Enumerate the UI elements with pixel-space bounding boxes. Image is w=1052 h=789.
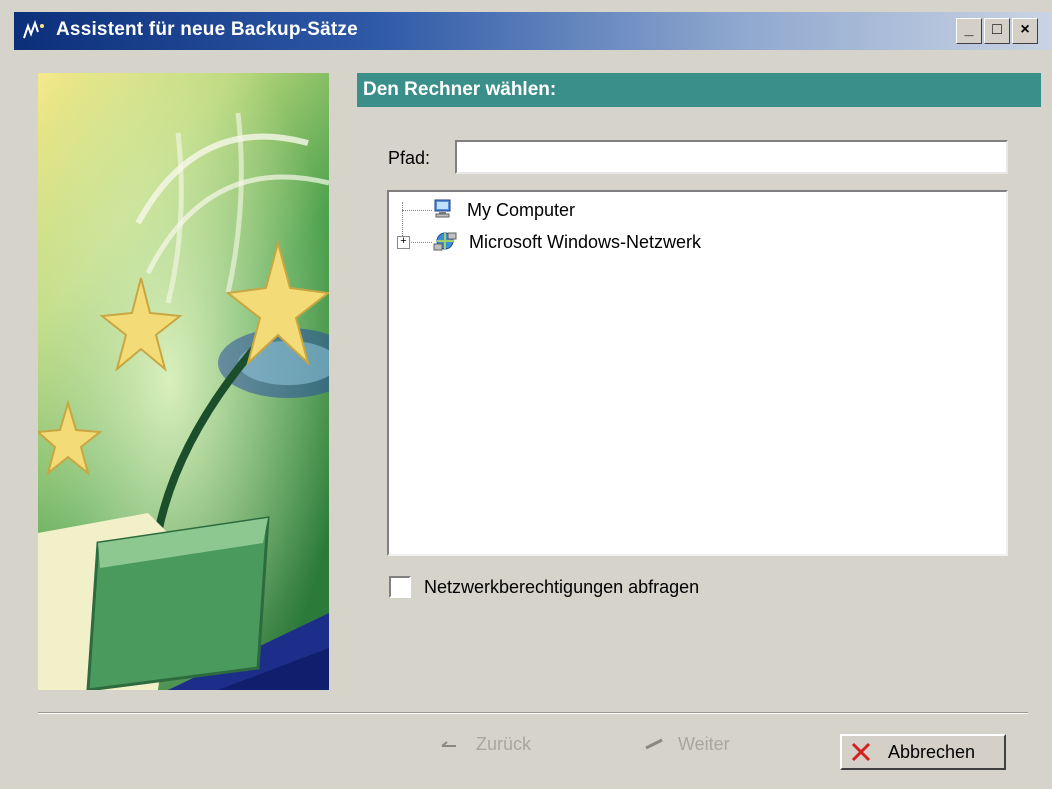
next-button-label: Weiter: [678, 734, 730, 754]
back-button-label: Zurück: [476, 734, 532, 754]
maximize-button[interactable]: □: [984, 18, 1010, 44]
back-button[interactable]: Zurück: [440, 734, 531, 755]
expand-button[interactable]: +: [397, 236, 410, 249]
wizard-banner-image: [38, 73, 329, 690]
back-arrow-icon: [441, 741, 456, 747]
cancel-x-icon: [851, 742, 871, 762]
page-header: Den Rechner wählen:: [357, 73, 1041, 107]
tree-item-label: Microsoft Windows-Netzwerk: [469, 232, 702, 252]
next-button[interactable]: Weiter: [642, 734, 730, 755]
tree-connector: [402, 210, 432, 211]
cancel-button-label: Abbrechen: [888, 742, 976, 762]
computer-tree[interactable]: + My Computer Microsoft Windows-Netzwerk: [387, 190, 1008, 556]
minimize-button[interactable]: _: [956, 18, 982, 44]
network-permissions-label[interactable]: Netzwerkberechtigungen abfragen: [424, 577, 699, 598]
path-input[interactable]: [455, 140, 1008, 174]
window-title: Assistent für neue Backup-Sätze: [56, 19, 358, 40]
close-button[interactable]: ×: [1012, 18, 1038, 44]
cancel-button[interactable]: Abbrechen: [840, 734, 1006, 770]
tree-item-windows-network[interactable]: Microsoft Windows-Netzwerk: [433, 230, 701, 253]
wizard-window: Assistent für neue Backup-Sätze _ □ × De…: [0, 0, 1052, 789]
path-label: Pfad:: [388, 148, 431, 168]
network-permissions-checkbox[interactable]: [389, 576, 411, 598]
title-bar[interactable]: Assistent für neue Backup-Sätze _ □ ×: [14, 12, 1052, 50]
wizard-icon: [23, 20, 44, 39]
tree-item-label: My Computer: [467, 200, 576, 220]
button-separator: [38, 712, 1028, 714]
computer-icon: [434, 199, 451, 218]
tree-connector: [407, 242, 432, 243]
tree-item-my-computer[interactable]: My Computer: [433, 198, 575, 221]
next-arrow-icon: [645, 738, 663, 750]
network-icon: [433, 232, 457, 251]
